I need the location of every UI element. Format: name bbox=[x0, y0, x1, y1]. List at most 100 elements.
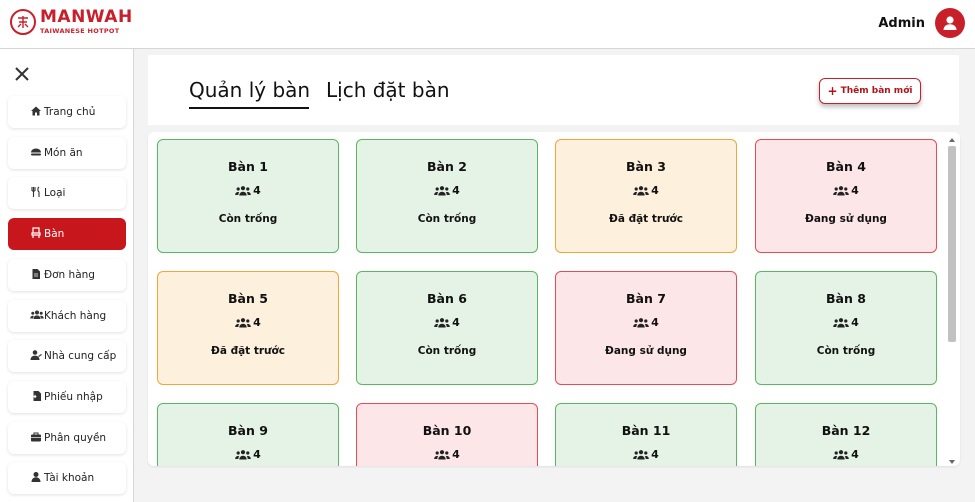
table-seats: 4 bbox=[158, 184, 338, 197]
tab-quan-ly-ban[interactable]: Quản lý bàn bbox=[189, 78, 310, 102]
table-status: Còn trống bbox=[417, 345, 477, 357]
table-card[interactable]: Bàn 6 4 Còn trống bbox=[356, 271, 538, 385]
table-seats: 4 bbox=[357, 448, 537, 461]
sidebar-item-7[interactable]: Nhà cung cấp bbox=[8, 340, 126, 373]
seat-count: 4 bbox=[851, 316, 859, 329]
document-icon bbox=[30, 268, 42, 280]
group-icon bbox=[833, 449, 849, 461]
sidebar-item-label: Trang chủ bbox=[44, 106, 96, 118]
table-status: Đang sử dụng bbox=[805, 213, 887, 225]
vertical-scrollbar[interactable] bbox=[946, 138, 958, 464]
table-status: Đã đặt trước bbox=[211, 345, 285, 357]
brand-tagline: TAIWANESE HOTPOT bbox=[40, 27, 120, 36]
table-name: Bàn 8 bbox=[826, 291, 866, 306]
briefcase-icon bbox=[30, 431, 42, 443]
sidebar-item-6[interactable]: Khách hàng bbox=[8, 299, 126, 332]
group-icon bbox=[633, 317, 649, 329]
sidebar-item-10[interactable]: Tài khoản bbox=[8, 462, 126, 495]
sidebar-item-label: Bàn bbox=[44, 228, 65, 241]
seat-count: 4 bbox=[651, 316, 659, 329]
seat-count: 4 bbox=[651, 448, 659, 461]
table-card[interactable]: Bàn 7 4 Đang sử dụng bbox=[555, 271, 737, 385]
table-seats: 4 bbox=[158, 316, 338, 329]
user-name: Admin bbox=[878, 15, 925, 31]
table-status: Còn trống bbox=[218, 213, 278, 225]
add-table-label: Thêm bàn mới bbox=[840, 86, 913, 96]
users-icon bbox=[30, 309, 44, 321]
brand-name: MANWAH bbox=[40, 7, 133, 28]
table-name: Bàn 9 bbox=[228, 423, 268, 438]
sidebar-item-2[interactable]: Món ăn bbox=[8, 136, 126, 169]
tabs-panel: Quản lý bàn Lịch đặt bàn + Thêm bàn mới bbox=[148, 55, 959, 125]
table-seats: 4 bbox=[556, 448, 736, 461]
table-name: Bàn 3 bbox=[626, 159, 666, 174]
table-name: Bàn 2 bbox=[427, 159, 467, 174]
table-name: Bàn 1 bbox=[228, 159, 268, 174]
table-card[interactable]: Bàn 10 4 bbox=[356, 403, 538, 466]
seat-count: 4 bbox=[851, 448, 859, 461]
group-icon bbox=[434, 185, 450, 197]
table-seats: 4 bbox=[756, 316, 936, 329]
group-icon bbox=[633, 185, 649, 197]
sidebar: Trang chủ Món ăn Loại Bàn Đơn hàng Khách hàng… bbox=[0, 49, 134, 502]
sidebar-item-label: Loại bbox=[44, 187, 66, 200]
sidebar-item-label: Nhà cung cấp bbox=[44, 350, 117, 363]
user-menu[interactable]: Admin bbox=[878, 8, 965, 38]
table-card[interactable]: Bàn 4 4 Đang sử dụng bbox=[755, 139, 937, 253]
sidebar-item-1[interactable]: Trang chủ bbox=[8, 96, 126, 128]
plus-icon: + bbox=[827, 84, 838, 98]
user-icon bbox=[30, 471, 42, 483]
table-seats: 4 bbox=[756, 448, 936, 461]
avatar-icon[interactable] bbox=[935, 8, 965, 38]
table-card[interactable]: Bàn 12 4 bbox=[755, 403, 937, 466]
table-card[interactable]: Bàn 5 4 Đã đặt trước bbox=[157, 271, 339, 385]
table-seats: 4 bbox=[556, 184, 736, 197]
home-icon bbox=[30, 105, 42, 117]
scroll-down-icon[interactable] bbox=[949, 460, 955, 464]
sidebar-item-label: Món ăn bbox=[44, 146, 83, 159]
sidebar-item-label: Phiếu nhập bbox=[44, 390, 103, 403]
table-card[interactable]: Bàn 11 4 bbox=[555, 403, 737, 466]
table-status: Đã đặt trước bbox=[609, 213, 683, 225]
user-tie-icon bbox=[30, 349, 42, 361]
sidebar-item-9[interactable]: Phân quyền bbox=[8, 421, 126, 454]
sidebar-item-4[interactable]: Bàn bbox=[8, 218, 126, 251]
table-status: Còn trống bbox=[816, 345, 876, 357]
chair-icon bbox=[30, 227, 42, 239]
table-status: Đang sử dụng bbox=[605, 345, 687, 357]
table-seats: 4 bbox=[357, 184, 537, 197]
group-icon bbox=[235, 185, 251, 197]
sidebar-item-5[interactable]: Đơn hàng bbox=[8, 258, 126, 291]
table-card[interactable]: Bàn 1 4 Còn trống bbox=[157, 139, 339, 253]
table-name: Bàn 7 bbox=[626, 291, 666, 306]
table-card[interactable]: Bàn 2 4 Còn trống bbox=[356, 139, 538, 253]
sidebar-item-label: Khách hàng bbox=[44, 309, 107, 322]
brand-logo[interactable]: MANWAH TAIWANESE HOTPOT bbox=[10, 9, 133, 35]
table-grid: Bàn 1 4 Còn trống Bàn 2 4 Còn trống Bàn 3 4 Đã đ… bbox=[148, 132, 960, 466]
table-name: Bàn 5 bbox=[228, 291, 268, 306]
table-name: Bàn 10 bbox=[422, 423, 472, 438]
table-card[interactable]: Bàn 3 4 Đã đặt trước bbox=[555, 139, 737, 253]
add-table-button[interactable]: + Thêm bàn mới bbox=[819, 78, 921, 104]
scroll-up-icon[interactable] bbox=[949, 138, 955, 142]
table-seats: 4 bbox=[756, 184, 936, 197]
close-icon[interactable] bbox=[14, 66, 30, 82]
top-header: MANWAH TAIWANESE HOTPOT Admin bbox=[0, 0, 975, 49]
group-icon bbox=[235, 317, 251, 329]
seat-count: 4 bbox=[651, 184, 659, 197]
group-icon bbox=[434, 449, 450, 461]
table-name: Bàn 4 bbox=[826, 159, 866, 174]
sidebar-item-label: Phân quyền bbox=[44, 431, 107, 444]
tab-lich-dat-ban[interactable]: Lịch đặt bàn bbox=[326, 78, 450, 102]
logo-emblem-icon bbox=[10, 9, 36, 35]
seat-count: 4 bbox=[452, 448, 460, 461]
group-icon bbox=[833, 317, 849, 329]
table-card[interactable]: Bàn 8 4 Còn trống bbox=[755, 271, 937, 385]
active-tab-underline bbox=[189, 107, 309, 109]
group-icon bbox=[235, 449, 251, 461]
sidebar-item-8[interactable]: Phiếu nhập bbox=[8, 380, 126, 413]
sidebar-item-3[interactable]: Loại bbox=[8, 177, 126, 210]
table-card[interactable]: Bàn 9 4 bbox=[157, 403, 339, 466]
table-status: Còn trống bbox=[417, 213, 477, 225]
scrollbar-thumb[interactable] bbox=[948, 146, 956, 342]
